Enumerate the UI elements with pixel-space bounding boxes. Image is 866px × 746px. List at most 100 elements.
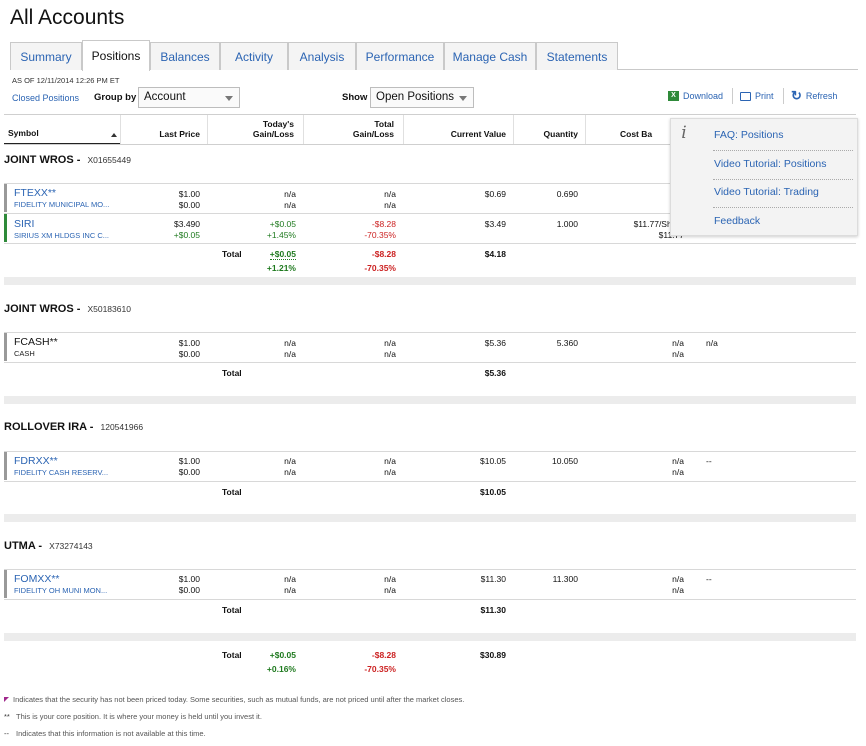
excel-icon: X <box>668 91 679 101</box>
account-name: UTMA <box>4 540 36 552</box>
position-symbol[interactable]: FOMXX** <box>14 573 60 585</box>
position-symbol[interactable]: FTEXX** <box>14 187 56 199</box>
row-divider <box>4 569 856 570</box>
account-name: JOINT WROS <box>4 303 74 315</box>
video-tutorial-trading-link[interactable]: Video Tutorial: Trading <box>714 186 819 198</box>
total-todays-gain-loss: +$0.05 +1.21% <box>266 249 296 273</box>
account-name: ROLLOVER IRA <box>4 421 87 433</box>
tab-balances[interactable]: Balances <box>150 42 220 70</box>
row-divider <box>4 243 856 244</box>
column-header-symbol[interactable]: Symbol <box>8 128 39 138</box>
help-flyout: i FAQ: Positions Video Tutorial: Positio… <box>670 118 858 236</box>
column-header-total-gain-loss[interactable]: Total Gain/Loss <box>322 119 394 139</box>
download-label: Download <box>683 91 724 101</box>
section-separator <box>4 396 856 404</box>
tab-positions[interactable]: Positions <box>82 40 150 71</box>
total-gain-loss: n/a n/a <box>384 338 396 359</box>
row-indicator <box>4 570 7 598</box>
feedback-link[interactable]: Feedback <box>714 215 760 227</box>
total-current-value: $10.05 <box>480 487 506 497</box>
refresh-button[interactable]: ↻ Refresh <box>791 89 837 102</box>
footnote-not-available: -- Indicates that this information is not… <box>4 729 206 738</box>
position-description: FIDELITY MUNICIPAL MO... <box>14 200 110 209</box>
total-gain-loss: n/a n/a <box>384 456 396 477</box>
todays-gain-loss: n/a n/a <box>284 189 296 210</box>
column-header-todays-gain-loss[interactable]: Today's Gain/Loss <box>222 119 294 139</box>
row-divider <box>4 362 856 363</box>
quantity: 0.690 <box>556 189 578 199</box>
row-divider <box>4 451 856 452</box>
column-header-current-value[interactable]: Current Value <box>420 129 506 139</box>
tab-manage-cash[interactable]: Manage Cash <box>444 42 536 70</box>
quantity: 5.360 <box>556 338 578 348</box>
account-name: JOINT WROS <box>4 154 74 166</box>
row-divider <box>4 599 856 600</box>
column-header-cost-basis[interactable]: Cost Ba <box>620 129 670 139</box>
footnote-core-position: ** This is your core position. It is wher… <box>4 712 262 721</box>
show-label: Show <box>342 92 368 103</box>
video-tutorial-positions-link[interactable]: Video Tutorial: Positions <box>714 158 826 170</box>
show-value: Open Positions <box>376 91 454 103</box>
last-price: $1.00 $0.00 <box>178 338 200 359</box>
current-value: $11.30 <box>480 574 506 584</box>
quantity: 10.050 <box>552 456 578 466</box>
sort-ascending-icon <box>111 133 117 137</box>
last-price: $1.00 $0.00 <box>178 189 200 210</box>
extra-value: -- <box>706 574 712 584</box>
column-header-last-price[interactable]: Last Price <box>130 129 200 139</box>
account-header: JOINT WROS - X01655449 <box>4 154 131 166</box>
total-current-value: $11.30 <box>480 605 506 615</box>
print-label: Print <box>755 91 774 101</box>
extra-value: n/a <box>706 338 718 348</box>
column-divider <box>207 115 208 144</box>
tab-performance[interactable]: Performance <box>356 42 444 70</box>
group-by-select[interactable]: Account <box>138 87 240 108</box>
tab-statements[interactable]: Statements <box>536 42 618 70</box>
column-header-total-line2: Gain/Loss <box>352 129 394 139</box>
total-current-value: $4.18 <box>484 249 506 259</box>
account-number: X73274143 <box>49 541 93 551</box>
position-symbol[interactable]: SIRI <box>14 218 34 230</box>
total-total-gain-loss: -$8.28 -70.35% <box>364 249 396 273</box>
grand-total-total-gain-loss: -$8.28 -70.35% <box>364 650 396 674</box>
todays-gain-loss: +$0.05 +1.45% <box>266 219 296 240</box>
faq-positions-link[interactable]: FAQ: Positions <box>714 129 783 141</box>
not-priced-marker-icon <box>4 697 9 702</box>
position-symbol: FCASH** <box>14 336 58 348</box>
todays-gain-loss: n/a n/a <box>284 338 296 359</box>
column-divider <box>513 115 514 144</box>
row-indicator <box>4 452 7 480</box>
account-number: X50183610 <box>87 304 131 314</box>
page-title: All Accounts <box>10 6 125 29</box>
last-price: $3.490 +$0.05 <box>173 219 200 240</box>
last-price: $1.00 $0.00 <box>178 574 200 595</box>
position-symbol[interactable]: FDRXX** <box>14 455 58 467</box>
show-select[interactable]: Open Positions <box>370 87 474 108</box>
closed-positions-link[interactable]: Closed Positions <box>12 93 79 103</box>
position-description: SIRIUS XM HLDGS INC C... <box>14 231 110 240</box>
print-button[interactable]: Print <box>740 91 774 101</box>
column-header-quantity[interactable]: Quantity <box>520 129 578 139</box>
current-value: $0.69 <box>484 189 506 199</box>
extra-value: -- <box>706 456 712 466</box>
print-icon <box>740 91 751 101</box>
tab-summary[interactable]: Summary <box>10 42 82 70</box>
download-button[interactable]: X Download <box>668 91 723 101</box>
todays-gain-loss: n/a n/a <box>284 456 296 477</box>
group-by-label: Group by <box>94 92 137 103</box>
last-price: $1.00 $0.00 <box>178 456 200 477</box>
group-by-value: Account <box>144 91 186 103</box>
column-divider <box>120 115 121 144</box>
tab-analysis[interactable]: Analysis <box>288 42 356 70</box>
row-indicator <box>4 333 7 361</box>
column-header-todays-line1: Today's <box>262 119 294 129</box>
grand-total-todays-gain-loss: +$0.05 +0.16% <box>266 650 296 674</box>
column-divider <box>403 115 404 144</box>
quantity: 1.000 <box>556 219 578 229</box>
info-icon[interactable]: i <box>671 123 697 147</box>
flyout-divider <box>713 179 853 180</box>
total-gain-loss: n/a n/a <box>384 574 396 595</box>
tab-activity[interactable]: Activity <box>220 42 288 70</box>
total-label: Total <box>222 605 242 615</box>
current-value: $10.05 <box>480 456 506 466</box>
